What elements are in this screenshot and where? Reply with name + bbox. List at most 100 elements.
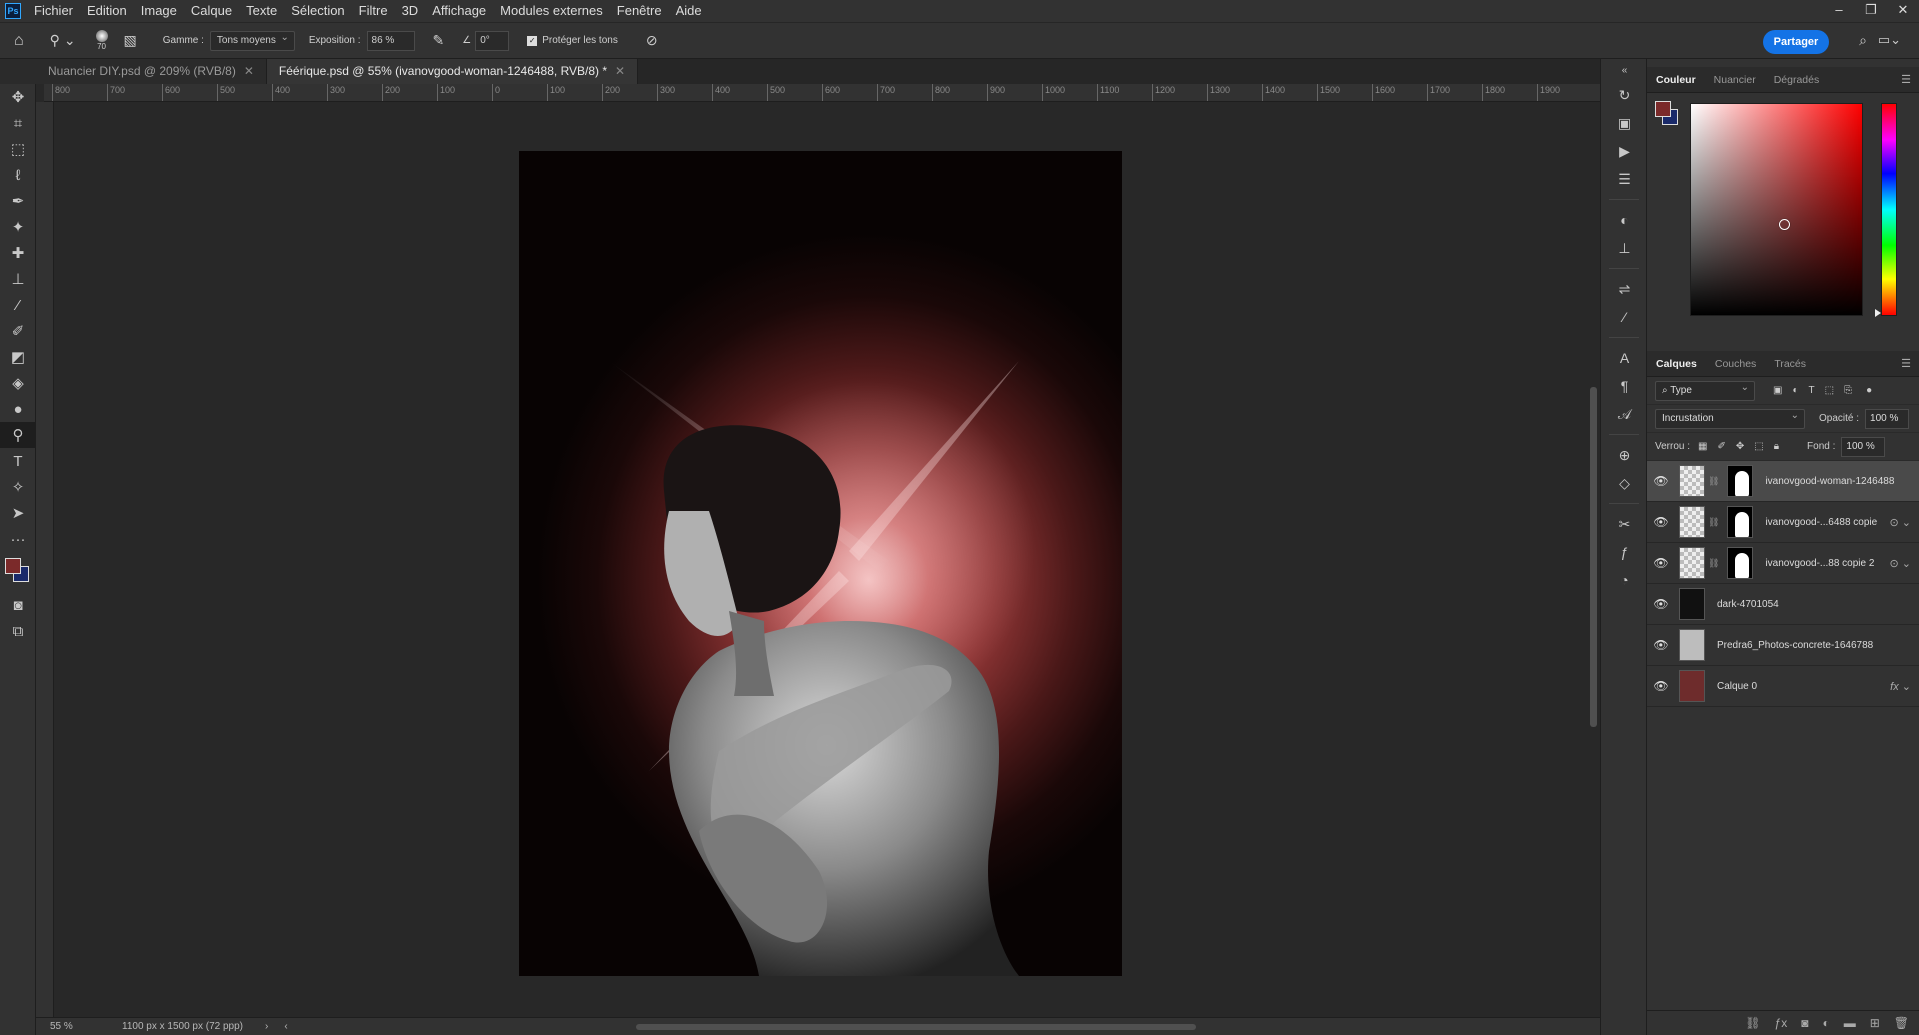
filter-adjustment-icon[interactable]: ◐ (1792, 385, 1798, 396)
layer-fx-badge[interactable]: fx ⌄ (1890, 680, 1911, 693)
layer-name[interactable]: ivanovgood-...88 copie 2 (1765, 558, 1874, 569)
restore-button[interactable]: ❐ (1855, 0, 1887, 22)
zoom-level[interactable]: 55 % (50, 1021, 100, 1032)
tab-degrades[interactable]: Dégradés (1765, 67, 1829, 93)
type-tool-icon[interactable]: T (0, 448, 36, 474)
lasso-tool-icon[interactable]: ℓ (0, 162, 36, 188)
fill-input[interactable]: 100 % (1841, 436, 1886, 457)
saturation-brightness-field[interactable] (1690, 103, 1863, 316)
blend-mode-select[interactable]: Incrustation (1655, 407, 1805, 429)
tab-couches[interactable]: Couches (1706, 351, 1765, 377)
lock-position-icon[interactable]: ✥ (1736, 441, 1744, 452)
filter-smart-object-icon[interactable]: ⎘ (1844, 385, 1852, 396)
search-icon[interactable]: ⌕ (1859, 32, 1867, 49)
clone-stamp-icon[interactable]: ⊥ (0, 266, 36, 292)
exposure-input[interactable]: 86 % (366, 30, 415, 51)
menu-calque[interactable]: Calque (184, 0, 239, 22)
tab-feerique[interactable]: Féérique.psd @ 55% (ivanovgood-woman-124… (266, 59, 639, 84)
lock-all-icon[interactable]: 🔒︎ (1774, 441, 1779, 452)
layer-mask-thumbnail[interactable] (1727, 547, 1754, 579)
eye-icon[interactable]: 👁︎ (1647, 556, 1675, 570)
menu-edition[interactable]: Edition (80, 0, 134, 22)
eye-icon[interactable]: 👁︎ (1647, 679, 1675, 693)
chevron-right-icon[interactable]: › (265, 1021, 268, 1032)
menu-fenetre[interactable]: Fenêtre (610, 0, 669, 22)
document-canvas[interactable] (519, 151, 1122, 976)
paragraph-icon[interactable]: ¶ (1601, 372, 1648, 400)
collapse-dock-icon[interactable]: « (1601, 59, 1648, 81)
menu-3d[interactable]: 3D (395, 0, 426, 22)
pen-tool-icon[interactable]: ✒ (0, 188, 36, 214)
minimize-button[interactable]: – (1823, 0, 1855, 22)
brush-preset-picker[interactable]: 70 (95, 30, 108, 51)
filter-shape-icon[interactable]: ⬚ (1825, 385, 1834, 396)
clip-indicator-icon[interactable]: ⊙ ⌄ (1890, 557, 1912, 570)
hue-marker-icon[interactable] (1875, 309, 1881, 317)
dodge-tool-icon[interactable]: ⚲ (0, 422, 36, 448)
paint-bucket-icon[interactable]: ◈ (0, 370, 36, 396)
panel-menu-icon[interactable]: ☰ (1901, 73, 1911, 86)
document-info[interactable]: 1100 px x 1500 px (72 ppp) (122, 1021, 243, 1032)
tools-dock-icon[interactable]: ✂ (1601, 510, 1648, 538)
link-icon[interactable]: ⛓︎ (1708, 558, 1719, 569)
link-icon[interactable]: ⛓︎ (1708, 517, 1719, 528)
layer-mask-thumbnail[interactable] (1727, 506, 1754, 538)
foreground-color-swatch[interactable] (5, 558, 21, 574)
menu-filtre[interactable]: Filtre (352, 0, 395, 22)
close-icon[interactable]: ✕ (244, 59, 254, 84)
layer-name[interactable]: ivanovgood-...6488 copie (1765, 517, 1877, 528)
tab-couleur[interactable]: Couleur (1647, 67, 1705, 93)
angle-input[interactable]: 0° (475, 30, 510, 51)
eye-icon[interactable]: 👁︎ (1647, 474, 1675, 488)
filter-type-icon[interactable]: T (1809, 385, 1815, 396)
crop-tool-icon[interactable]: ⌗ (0, 110, 36, 136)
history-icon[interactable]: ↻ (1601, 81, 1648, 109)
lock-artboard-icon[interactable]: ⬚ (1754, 441, 1763, 452)
tab-calques[interactable]: Calques (1647, 351, 1706, 377)
filter-toggle-icon[interactable]: ● (1866, 385, 1872, 396)
styles-fx-icon[interactable]: ƒ (1601, 538, 1648, 566)
layer-row[interactable]: 👁︎ ⛓︎ ivanovgood-woman-1246488 (1647, 461, 1919, 502)
color-cursor[interactable] (1779, 219, 1790, 230)
character-icon[interactable]: A (1601, 344, 1648, 372)
eye-icon[interactable]: 👁︎ (1647, 515, 1675, 529)
tab-nuancier[interactable]: Nuancier (1705, 67, 1765, 93)
layer-name[interactable]: dark-4701054 (1717, 599, 1779, 610)
clip-indicator-icon[interactable]: ⊙ ⌄ (1890, 516, 1912, 529)
add-mask-icon[interactable]: ◙ (1801, 1016, 1808, 1030)
clone-source-icon[interactable]: ⊕ (1601, 441, 1648, 469)
brush-tool-icon[interactable]: ✐ (0, 318, 36, 344)
menu-aide[interactable]: Aide (669, 0, 709, 22)
brush-settings-dock-icon[interactable]: ⁄ (1601, 303, 1648, 331)
tab-traces[interactable]: Tracés (1765, 351, 1815, 377)
blur-tool-icon[interactable]: ● (0, 396, 36, 422)
layer-row[interactable]: 👁︎ ⛓︎ ivanovgood-...88 copie 2 ⊙ ⌄ (1647, 543, 1919, 584)
move-tool-icon[interactable]: ✥ (0, 84, 36, 110)
menu-image[interactable]: Image (134, 0, 184, 22)
workspace-icon[interactable]: ▭⌄ (1878, 32, 1901, 48)
timeline-icon[interactable]: ◔ (1601, 566, 1648, 594)
quick-mask-icon[interactable]: ◙ (0, 592, 36, 618)
eye-icon[interactable]: 👁︎ (1647, 638, 1675, 652)
share-button[interactable]: Partager (1763, 30, 1829, 54)
range-select[interactable]: Tons moyens (209, 29, 295, 51)
close-window-button[interactable]: ✕ (1887, 0, 1919, 22)
foreground-color-chip[interactable] (1655, 101, 1671, 117)
menu-fichier[interactable]: Fichier (27, 0, 80, 22)
layer-mask-thumbnail[interactable] (1727, 465, 1754, 497)
layer-row[interactable]: 👁︎ ⛓︎ ivanovgood-...6488 copie ⊙ ⌄ (1647, 502, 1919, 543)
new-group-icon[interactable]: ▬ (1844, 1016, 1856, 1030)
filter-pixel-icon[interactable]: ▣ (1773, 385, 1782, 396)
magic-wand-icon[interactable]: ✦ (0, 214, 36, 240)
pressure-icon[interactable]: ⊘ (646, 32, 658, 49)
menu-texte[interactable]: Texte (239, 0, 284, 22)
layer-name[interactable]: Calque 0 (1717, 681, 1757, 692)
delete-layer-icon[interactable]: 🗑︎ (1894, 1016, 1909, 1030)
brush-settings-icon[interactable]: ▧ (124, 32, 137, 49)
scrollbar-thumb[interactable] (1590, 387, 1597, 727)
link-icon[interactable]: ⛓︎ (1708, 476, 1719, 487)
properties-icon[interactable]: ☰ (1601, 165, 1648, 193)
tab-nuancier-diy[interactable]: Nuancier DIY.psd @ 209% (RVB/8) ✕ (0, 59, 267, 84)
scroll-left-icon[interactable]: ‹ (284, 1021, 287, 1032)
menu-affichage[interactable]: Affichage (425, 0, 493, 22)
